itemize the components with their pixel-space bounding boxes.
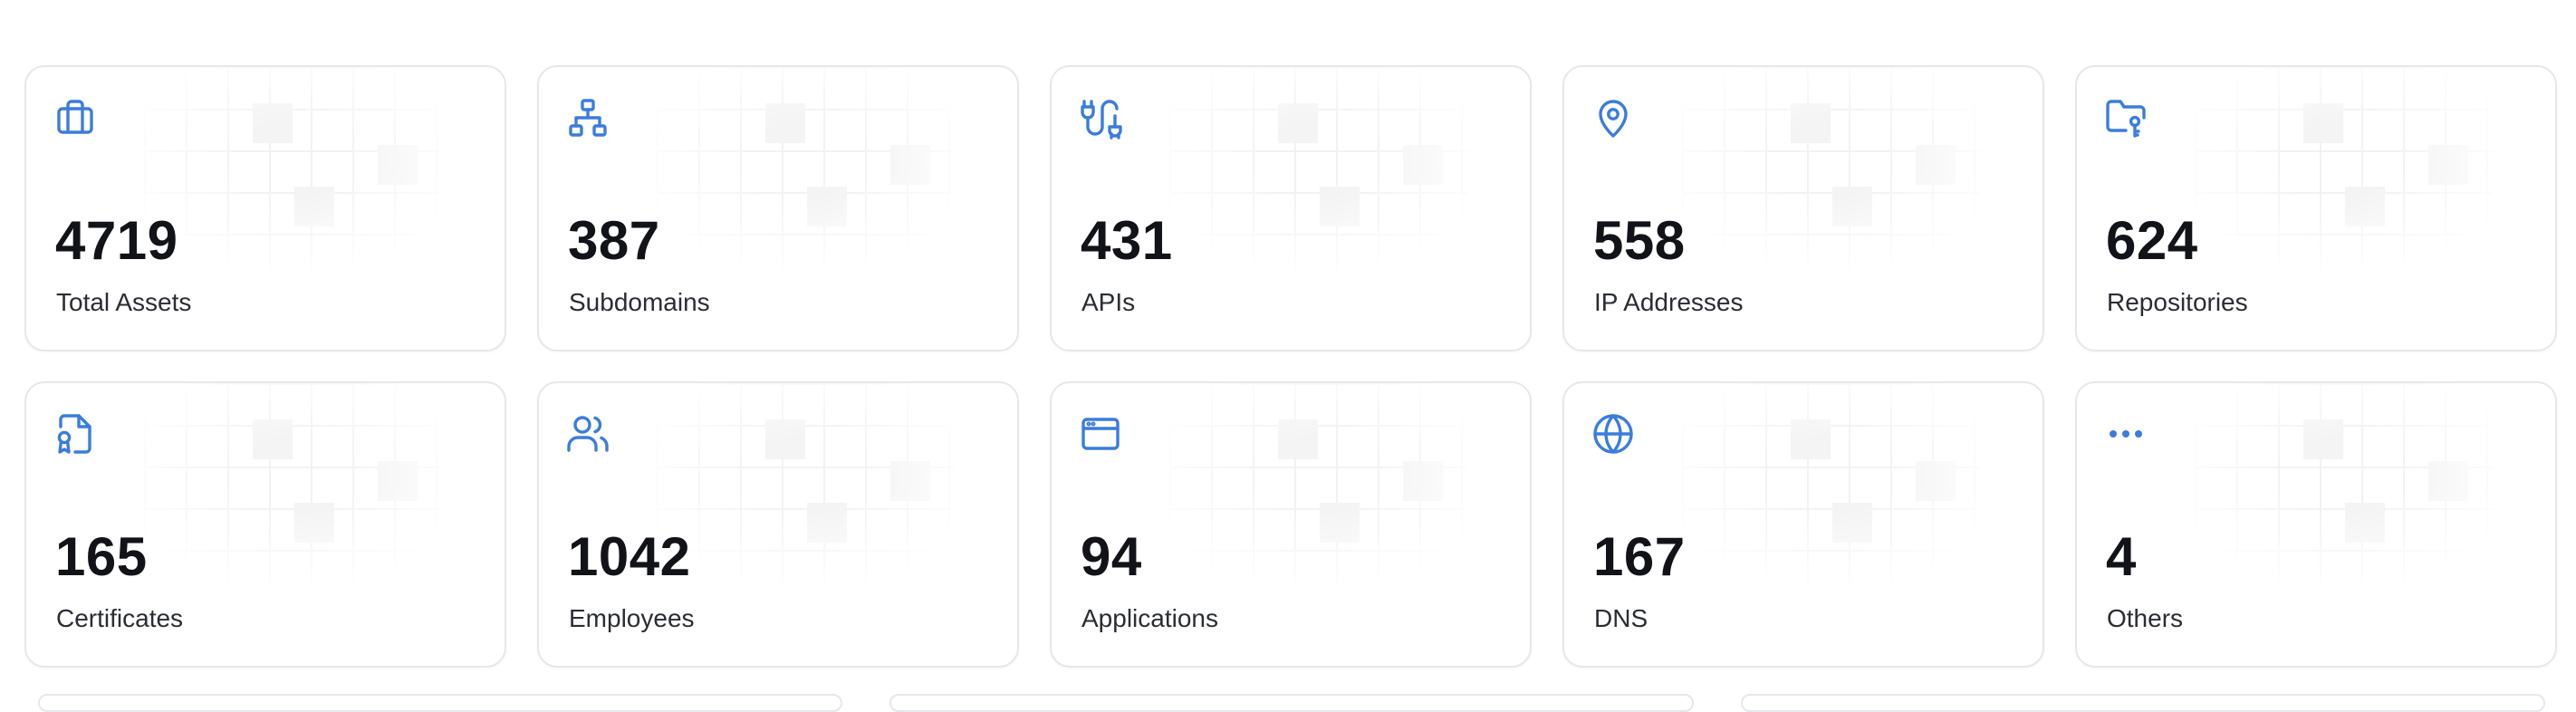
stat-card-employees[interactable]: 1042 Employees — [537, 381, 1019, 668]
stat-card-others[interactable]: 4 Others — [2075, 381, 2557, 668]
sitemap-icon — [566, 96, 610, 140]
lower-panel — [38, 694, 842, 712]
stat-value: 431 — [1081, 210, 1173, 271]
globe-icon — [1591, 412, 1635, 456]
card-background-pattern — [1682, 67, 1981, 271]
stat-value: 387 — [568, 210, 660, 271]
card-background-pattern — [2195, 67, 2494, 271]
stat-label: Subdomains — [569, 288, 710, 316]
card-background-pattern — [657, 67, 956, 271]
stat-value: 165 — [55, 526, 148, 587]
card-background-pattern — [657, 383, 956, 587]
stat-card-ip-addresses[interactable]: 558 IP Addresses — [1562, 65, 2044, 351]
stat-label: Applications — [1081, 604, 1218, 632]
certificate-icon — [53, 412, 97, 456]
users-icon — [566, 412, 610, 456]
stat-label: Certificates — [56, 604, 184, 632]
stat-value: 558 — [1593, 210, 1686, 271]
card-background-pattern — [1169, 67, 1468, 271]
stat-value: 167 — [1593, 526, 1686, 587]
stat-card-applications[interactable]: 94 Applications — [1050, 381, 1532, 668]
card-background-pattern — [2195, 383, 2494, 587]
lower-panel — [889, 694, 1694, 712]
dots-horizontal-icon — [2104, 412, 2148, 456]
stat-card-subdomains[interactable]: 387 Subdomains — [537, 65, 1019, 351]
stat-label: Total Assets — [56, 288, 192, 316]
stat-label: Others — [2107, 604, 2184, 632]
briefcase-icon — [53, 96, 97, 140]
stat-value: 1042 — [568, 526, 691, 587]
stat-value: 624 — [2106, 210, 2198, 271]
stat-card-total-assets[interactable]: 4719 Total Assets — [24, 65, 506, 351]
stat-label: APIs — [1081, 288, 1136, 316]
stat-label: Repositories — [2107, 288, 2248, 316]
card-background-pattern — [144, 67, 443, 271]
stat-card-repositories[interactable]: 624 Repositories — [2075, 65, 2557, 351]
stat-label: IP Addresses — [1594, 288, 1744, 316]
asset-stats-grid: 4719 Total Assets 387 Subdomains 431 API… — [24, 65, 2557, 668]
stat-card-dns[interactable]: 167 DNS — [1562, 381, 2044, 668]
folder-key-icon — [2104, 96, 2148, 140]
stat-label: DNS — [1594, 604, 1648, 632]
stat-value: 4719 — [55, 210, 178, 271]
card-background-pattern — [1682, 383, 1981, 587]
browser-window-icon — [1079, 412, 1122, 456]
card-background-pattern — [1169, 383, 1468, 587]
stat-label: Employees — [569, 604, 695, 632]
stat-value: 4 — [2106, 526, 2137, 587]
lower-panel — [1741, 694, 2545, 712]
stat-card-apis[interactable]: 431 APIs — [1050, 65, 1532, 351]
map-pin-icon — [1591, 96, 1635, 140]
card-background-pattern — [144, 383, 443, 587]
plug-icon — [1079, 96, 1122, 140]
stat-value: 94 — [1081, 526, 1142, 587]
stat-card-certificates[interactable]: 165 Certificates — [24, 381, 506, 668]
